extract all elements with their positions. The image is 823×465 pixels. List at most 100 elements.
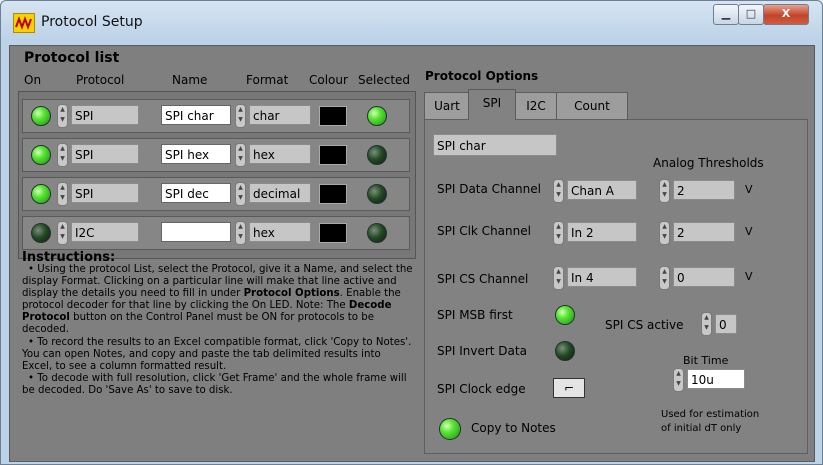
tab-count[interactable]: Count	[556, 92, 628, 119]
instructions-paragraph-1: • Using the protocol List, select the Pr…	[22, 264, 414, 337]
threshold-cs-field[interactable]: 0	[673, 267, 735, 287]
window-title: Protocol Setup	[41, 14, 143, 30]
instructions-title: Instructions:	[22, 250, 116, 265]
data-channel-label: SPI Data Channel	[437, 182, 541, 196]
threshold-cs-spinner[interactable]: ▲ ▼	[659, 266, 670, 290]
selected-led[interactable]	[367, 145, 387, 165]
instructions-paragraph-3: • To decode with full resolution, click …	[22, 372, 407, 396]
format-field[interactable]: hex	[249, 144, 311, 164]
table-row[interactable]: ▲ ▼ I2C ▲ ▼ hex	[22, 216, 410, 250]
header-selected: Selected	[358, 73, 411, 87]
format-field[interactable]: decimal	[249, 183, 311, 203]
tab-uart[interactable]: Uart	[424, 92, 470, 119]
threshold-data-spinner[interactable]: ▲ ▼	[659, 179, 670, 203]
header-format: Format	[246, 73, 289, 87]
clk-channel-label: SPI Clk Channel	[437, 224, 531, 238]
on-led[interactable]	[31, 184, 51, 204]
estimation-note-line-1: Used for estimation	[661, 409, 760, 420]
table-row[interactable]: ▲ ▼ SPI SPI char ▲ ▼ char	[22, 99, 410, 133]
format-spinner[interactable]: ▲ ▼	[235, 104, 246, 128]
close-button[interactable]: X	[763, 4, 809, 25]
cs-active-label: SPI CS active	[605, 318, 684, 332]
bit-time-spinner[interactable]: ▲ ▼	[673, 368, 684, 392]
table-row[interactable]: ▲ ▼ SPI SPI dec ▲ ▼ decimal	[22, 177, 410, 211]
clk-channel-spinner[interactable]: ▲ ▼	[553, 221, 564, 245]
protocol-setup-window: Protocol Setup ▁ □ X Protocol list On Pr…	[0, 0, 823, 465]
clock-edge-button[interactable]: ⌐	[553, 378, 585, 398]
copy-to-notes-label[interactable]: Copy to Notes	[471, 421, 556, 435]
colour-swatch[interactable]	[319, 145, 347, 165]
invert-data-label: SPI Invert Data	[437, 344, 527, 358]
app-waveform-icon	[13, 13, 35, 33]
protocol-spinner[interactable]: ▲ ▼	[57, 104, 68, 128]
colour-swatch[interactable]	[319, 106, 347, 126]
protocol-name-display: SPI char	[433, 134, 557, 156]
selected-led[interactable]	[367, 223, 387, 243]
cs-active-field[interactable]: 0	[715, 314, 737, 334]
protocol-spinner[interactable]: ▲ ▼	[57, 221, 68, 245]
invert-data-led[interactable]	[555, 341, 575, 361]
format-spinner[interactable]: ▲ ▼	[235, 143, 246, 167]
instructions-text-part: button on the Control Panel must be ON f…	[22, 312, 374, 336]
instructions-paragraph-2: • To record the results to an Excel comp…	[22, 336, 412, 372]
format-field[interactable]: char	[249, 105, 311, 125]
selected-led[interactable]	[367, 184, 387, 204]
bit-time-label: Bit Time	[683, 354, 729, 367]
tab-i2c[interactable]: I2C	[514, 92, 558, 119]
instructions-text: • Using the protocol List, select the Pr…	[22, 264, 414, 397]
clk-channel-field[interactable]: In 2	[567, 222, 637, 242]
analog-thresholds-label: Analog Thresholds	[653, 156, 764, 170]
msb-first-label: SPI MSB first	[437, 308, 513, 322]
threshold-clk-spinner[interactable]: ▲ ▼	[659, 221, 670, 245]
name-field[interactable]: SPI hex	[161, 144, 231, 164]
protocol-field[interactable]: SPI	[71, 144, 139, 164]
spi-options-panel: SPI char Analog Thresholds SPI Data Chan…	[424, 119, 808, 454]
protocol-options-title: Protocol Options	[425, 69, 539, 83]
data-channel-spinner[interactable]: ▲ ▼	[553, 179, 564, 203]
maximize-button[interactable]: □	[738, 4, 764, 25]
protocol-field[interactable]: SPI	[71, 105, 139, 125]
client-area: Protocol list On Protocol Name Format Co…	[9, 45, 815, 462]
header-protocol: Protocol	[76, 73, 125, 87]
protocol-list-title: Protocol list	[24, 50, 120, 66]
estimation-note-line-2: of initial dT only	[661, 423, 742, 434]
name-field[interactable]: SPI char	[161, 105, 231, 125]
header-on: On	[24, 73, 42, 87]
on-led[interactable]	[31, 223, 51, 243]
clock-edge-label: SPI Clock edge	[437, 382, 526, 396]
format-spinner[interactable]: ▲ ▼	[235, 221, 246, 245]
threshold-data-field[interactable]: 2	[673, 180, 735, 200]
data-channel-field[interactable]: Chan A	[567, 180, 637, 200]
bit-time-field[interactable]: 10u	[687, 369, 745, 389]
protocol-field[interactable]: SPI	[71, 183, 139, 203]
table-row[interactable]: ▲ ▼ SPI SPI hex ▲ ▼ hex	[22, 138, 410, 172]
instructions-bold-part: Protocol Options	[243, 288, 340, 300]
title-bar: Protocol Setup ▁ □ X	[1, 1, 822, 45]
cs-channel-spinner[interactable]: ▲ ▼	[553, 266, 564, 290]
unit-label: V	[745, 225, 753, 238]
minimize-button[interactable]: ▁	[713, 4, 739, 25]
msb-first-led[interactable]	[555, 305, 575, 325]
protocol-field[interactable]: I2C	[71, 222, 139, 242]
protocol-spinner[interactable]: ▲ ▼	[57, 143, 68, 167]
colour-swatch[interactable]	[319, 184, 347, 204]
format-field[interactable]: hex	[249, 222, 311, 242]
tab-spi[interactable]: SPI	[468, 89, 516, 120]
copy-to-notes-led[interactable]	[439, 418, 461, 440]
unit-label: V	[745, 183, 753, 196]
colour-swatch[interactable]	[319, 223, 347, 243]
name-field[interactable]	[161, 222, 231, 242]
on-led[interactable]	[31, 145, 51, 165]
cs-channel-field[interactable]: In 4	[567, 267, 637, 287]
unit-label: V	[745, 270, 753, 283]
format-spinner[interactable]: ▲ ▼	[235, 182, 246, 206]
threshold-clk-field[interactable]: 2	[673, 222, 735, 242]
name-field[interactable]: SPI dec	[161, 183, 231, 203]
header-colour: Colour	[309, 73, 348, 87]
cs-channel-label: SPI CS Channel	[437, 272, 529, 286]
on-led[interactable]	[31, 106, 51, 126]
protocol-spinner[interactable]: ▲ ▼	[57, 182, 68, 206]
header-name: Name	[172, 73, 208, 87]
selected-led[interactable]	[367, 106, 387, 126]
cs-active-spinner[interactable]: ▲ ▼	[701, 312, 712, 336]
